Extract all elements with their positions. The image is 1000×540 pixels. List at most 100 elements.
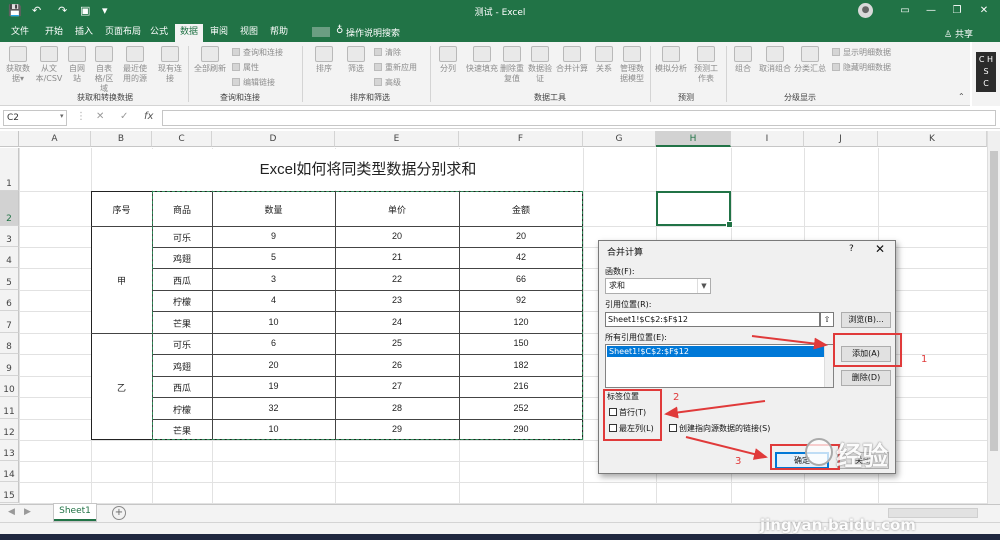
row-header-4[interactable]: 4 (0, 247, 19, 268)
cell-price[interactable]: 26 (335, 360, 459, 370)
row-header-15[interactable]: 15 (0, 482, 19, 503)
from-web-button[interactable]: 自网站 (66, 46, 88, 84)
row-header-10[interactable]: 10 (0, 376, 19, 397)
cell-amount[interactable]: 182 (459, 360, 583, 370)
row-header-1[interactable]: 1 (0, 148, 19, 191)
remove-duplicates-button[interactable]: 删除重复值 (500, 46, 524, 84)
cell-amount[interactable]: 150 (459, 338, 583, 348)
queries-connections-button[interactable]: 查询和连接 (232, 48, 283, 58)
ungroup-button[interactable]: 取消组合 (758, 46, 792, 74)
sheet-title[interactable]: Excel如何将同类型数据分别求和 (153, 148, 583, 191)
cell-quantity[interactable]: 10 (212, 317, 335, 327)
advanced-button[interactable]: 高级 (374, 78, 401, 88)
tab-help[interactable]: 帮助 (266, 25, 292, 42)
row-header-5[interactable]: 5 (0, 268, 19, 290)
col-header-j[interactable]: J (804, 131, 878, 147)
cell-price[interactable]: 21 (335, 252, 459, 262)
cancel-icon[interactable]: ✕ (96, 111, 104, 122)
cell-quantity[interactable]: 32 (212, 403, 335, 413)
checkbox-box[interactable] (669, 424, 677, 432)
flash-fill-button[interactable]: 快速填充 (466, 46, 498, 74)
sheet-tab-sheet1[interactable]: Sheet1 (54, 504, 96, 521)
close-icon[interactable]: ✕ (875, 242, 885, 256)
vertical-scrollbar[interactable] (987, 131, 1000, 504)
cell-price[interactable]: 23 (335, 295, 459, 305)
hide-detail-button[interactable]: 隐藏明细数据 (832, 63, 891, 73)
col-header-g[interactable]: G (583, 131, 656, 147)
insert-function-icon[interactable]: fx (144, 111, 153, 122)
header-cell-amount[interactable]: 金额 (459, 203, 583, 216)
header-cell-product[interactable]: 商品 (152, 203, 212, 216)
cell-product[interactable]: 芒果 (152, 424, 212, 437)
col-header-c[interactable]: C (152, 131, 212, 147)
prev-sheet-icon[interactable]: ◀ (8, 507, 15, 517)
manage-data-model-button[interactable]: 管理数据模型 (618, 46, 646, 84)
cell-quantity[interactable]: 6 (212, 338, 335, 348)
cell-price[interactable]: 25 (335, 338, 459, 348)
name-box[interactable]: C2 (3, 110, 67, 126)
tell-me-search[interactable]: 操作说明搜索 (346, 26, 400, 39)
sort-button[interactable]: 排序 (312, 46, 336, 74)
col-header-h[interactable]: H (656, 131, 731, 147)
tab-file[interactable]: 文件 (6, 25, 34, 42)
cell-price[interactable]: 28 (335, 403, 459, 413)
row-header-7[interactable]: 7 (0, 311, 19, 333)
col-header-i[interactable]: I (731, 131, 804, 147)
relationships-button[interactable]: 关系 (592, 46, 616, 74)
tab-data[interactable]: 数据 (175, 24, 203, 42)
what-if-button[interactable]: 模拟分析 (654, 46, 688, 74)
row-header-12[interactable]: 12 (0, 419, 19, 440)
cell-quantity[interactable]: 4 (212, 295, 335, 305)
refresh-all-button[interactable]: 全部刷新 (194, 46, 226, 74)
group-button[interactable]: 组合 (730, 46, 756, 74)
cell-amount[interactable]: 20 (459, 231, 583, 241)
cell-amount[interactable]: 120 (459, 317, 583, 327)
help-icon[interactable]: ? (849, 244, 854, 254)
cell-quantity[interactable]: 20 (212, 360, 335, 370)
group-cell-yi[interactable]: 乙 (91, 381, 152, 394)
scrollbar-thumb[interactable] (990, 151, 998, 451)
header-cell-quantity[interactable]: 数量 (212, 203, 335, 216)
filter-button[interactable]: 筛选 (344, 46, 368, 74)
tab-review[interactable]: 审阅 (206, 25, 232, 42)
row-header-3[interactable]: 3 (0, 226, 19, 247)
show-detail-button[interactable]: 显示明细数据 (832, 48, 891, 58)
cell-product[interactable]: 可乐 (152, 338, 212, 351)
recent-sources-button[interactable]: 最近使用的源 (120, 46, 150, 84)
col-header-b[interactable]: B (91, 131, 152, 147)
row-header-13[interactable]: 13 (0, 440, 19, 461)
cell-quantity[interactable]: 19 (212, 381, 335, 391)
cell-price[interactable]: 22 (335, 274, 459, 284)
all-references-list[interactable]: Sheet1!$C$2:$F$12 (605, 344, 834, 388)
edit-links-button[interactable]: 编辑链接 (232, 78, 275, 88)
ribbon-display-icon[interactable]: ▭ (896, 3, 914, 18)
create-links-checkbox[interactable]: 创建指向源数据的链接(S) (669, 424, 770, 434)
chevron-down-icon[interactable]: ▼ (697, 279, 710, 293)
reapply-button[interactable]: 重新应用 (374, 63, 417, 73)
row-header-6[interactable]: 6 (0, 290, 19, 311)
tab-home[interactable]: 开始 (40, 25, 68, 42)
active-cell-h2[interactable] (656, 191, 733, 228)
cell-product[interactable]: 芒果 (152, 317, 212, 330)
cell-quantity[interactable]: 10 (212, 424, 335, 434)
cell-product[interactable]: 鸡翅 (152, 252, 212, 265)
cell-product[interactable]: 鸡翅 (152, 360, 212, 373)
cell-price[interactable]: 20 (335, 231, 459, 241)
cell-amount[interactable]: 252 (459, 403, 583, 413)
cell-amount[interactable]: 290 (459, 424, 583, 434)
col-header-f[interactable]: F (459, 131, 583, 147)
cell-amount[interactable]: 66 (459, 274, 583, 284)
tab-formulas[interactable]: 公式 (146, 25, 172, 42)
row-header-2[interactable]: 2 (0, 191, 19, 226)
add-sheet-icon[interactable]: + (112, 506, 126, 520)
cell-quantity[interactable]: 9 (212, 231, 335, 241)
tab-insert[interactable]: 插入 (70, 25, 98, 42)
text-to-columns-button[interactable]: 分列 (436, 46, 460, 74)
row-header-11[interactable]: 11 (0, 397, 19, 419)
header-cell-price[interactable]: 单价 (335, 203, 459, 216)
minimize-icon[interactable]: — (922, 3, 940, 18)
row-header-9[interactable]: 9 (0, 354, 19, 376)
forecast-sheet-button[interactable]: 预测工作表 (694, 46, 718, 84)
cell-product[interactable]: 柠檬 (152, 295, 212, 308)
cell-product[interactable]: 可乐 (152, 231, 212, 244)
